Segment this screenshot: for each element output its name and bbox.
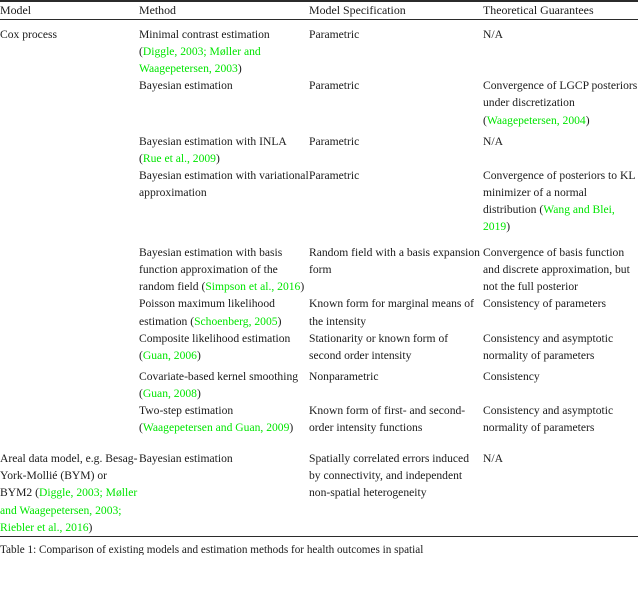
cell-model-empty (0, 167, 139, 235)
cell-specification: Stationarity or known form of second ord… (309, 331, 449, 362)
column-header-model: Model (0, 2, 32, 17)
table-row: Poisson maximum likelihood estimation (S… (0, 295, 638, 329)
comparison-table: Model Method Model Specification Theoret… (0, 2, 638, 19)
closing-paren: ) (215, 151, 220, 165)
cell-model-empty (0, 402, 139, 436)
citation-link[interactable]: Waagepetersen, 2004 (487, 114, 586, 127)
cell-method: Two-step estimation (Waagepetersen and G… (139, 402, 309, 436)
table-row: Bayesian estimation with INLA (Rue et al… (0, 129, 638, 167)
cell-model-empty (0, 364, 139, 402)
cell-method: Poisson maximum likelihood estimation (S… (139, 295, 309, 329)
citation-link[interactable]: Rue et al., 2009 (143, 152, 216, 165)
table-body: Cox process Minimal contrast estimation … (0, 20, 638, 536)
cell-specification: Known form of first- and second-order in… (309, 404, 466, 435)
table-header: Model Method Model Specification Theoret… (0, 2, 638, 19)
cell-guarantees: Consistency (483, 369, 540, 383)
cell-method: Composite likelihood estimation (Guan, 2… (139, 330, 309, 364)
cell-model-empty (0, 77, 139, 128)
column-header-model-specification: Model Specification (309, 2, 406, 17)
cell-specification: Parametric (309, 168, 360, 182)
cell-guarantees: N/A (483, 452, 503, 466)
table-row: Composite likelihood estimation (Guan, 2… (0, 330, 638, 364)
table-row: Bayesian estimation with basis function … (0, 235, 638, 295)
closing-paren: ) (585, 113, 590, 127)
cell-guarantees: Consistency and asymptotic normality of … (483, 331, 614, 362)
cell-specification: Random field with a basis expansion form (309, 246, 480, 277)
comparison-table-body: Cox process Minimal contrast estimation … (0, 20, 638, 536)
cell-model-empty (0, 235, 139, 295)
cell-model-empty (0, 129, 139, 167)
citation-link[interactable]: Diggle, 2003; Møller and Waagepetersen, … (139, 45, 261, 75)
cell-method: Bayesian estimation with basis function … (139, 235, 309, 295)
cell-specification: Known form for marginal means of the int… (309, 297, 474, 328)
closing-paren: ) (88, 520, 93, 534)
cell-specification: Parametric (309, 28, 360, 42)
citation-link[interactable]: Schoenberg, 2005 (194, 315, 278, 328)
cell-method: Covariate-based kernel smoothing (Guan, … (139, 364, 309, 402)
cell-specification: Parametric (309, 79, 360, 93)
cell-method: Minimal contrast estimation (Diggle, 200… (139, 20, 309, 77)
column-header-method: Method (139, 2, 176, 17)
cell-model-empty (0, 295, 139, 329)
closing-paren: ) (506, 220, 511, 234)
table-row: Two-step estimation (Waagepetersen and G… (0, 402, 638, 436)
table-row: Covariate-based kernel smoothing (Guan, … (0, 364, 638, 402)
cell-method: Bayesian estimation with INLA (Rue et al… (139, 129, 309, 167)
table-row: Bayesian estimation with variational app… (0, 167, 638, 235)
column-header-theoretical-guarantees: Theoretical Guarantees (483, 2, 594, 17)
table-header-row: Model Method Model Specification Theoret… (0, 2, 638, 19)
table-caption: Table 1: Comparison of existing models a… (0, 544, 424, 556)
cell-specification: Spatially correlated errors induced by c… (309, 452, 469, 500)
cell-guarantees: Convergence of posteriors to KL minimize… (483, 167, 638, 235)
cell-guarantees: N/A (483, 134, 503, 148)
closing-paren: ) (300, 280, 305, 294)
closing-paren: ) (277, 314, 282, 328)
citation-link[interactable]: Guan, 2008 (143, 387, 197, 400)
citation-link[interactable]: Simpson et al., 2016 (205, 280, 300, 293)
table-row: Cox process Minimal contrast estimation … (0, 20, 638, 77)
closing-paren: ) (237, 62, 242, 76)
cell-guarantees: Consistency of parameters (483, 297, 606, 311)
cell-guarantees: N/A (483, 28, 503, 42)
cell-guarantees: Convergence of basis function and discre… (483, 246, 630, 294)
cell-method: Bayesian estimation (139, 452, 233, 466)
table-row: Bayesian estimation Parametric Convergen… (0, 77, 638, 128)
cell-method: Bayesian estimation with variational app… (139, 168, 309, 199)
cell-model: Cox process (0, 28, 57, 42)
cell-specification: Nonparametric (309, 369, 379, 383)
cell-method: Bayesian estimation (139, 79, 233, 93)
closing-paren: ) (289, 421, 294, 435)
paper-table-figure: Model Method Model Specification Theoret… (0, 0, 640, 555)
citation-link[interactable]: Guan, 2006 (143, 349, 197, 362)
cell-model: Areal data model, e.g. Besag-York-Mollié… (0, 436, 139, 535)
closing-paren: ) (196, 348, 201, 362)
cell-model-empty (0, 330, 139, 364)
cell-guarantees: Consistency and asymptotic normality of … (483, 404, 614, 435)
cell-specification: Parametric (309, 134, 360, 148)
citation-link[interactable]: Waagepetersen and Guan, 2009 (143, 421, 290, 434)
cell-guarantees: Convergence of LGCP posteriors under dis… (483, 77, 638, 128)
table-row: Areal data model, e.g. Besag-York-Mollié… (0, 436, 638, 535)
closing-paren: ) (196, 386, 201, 400)
